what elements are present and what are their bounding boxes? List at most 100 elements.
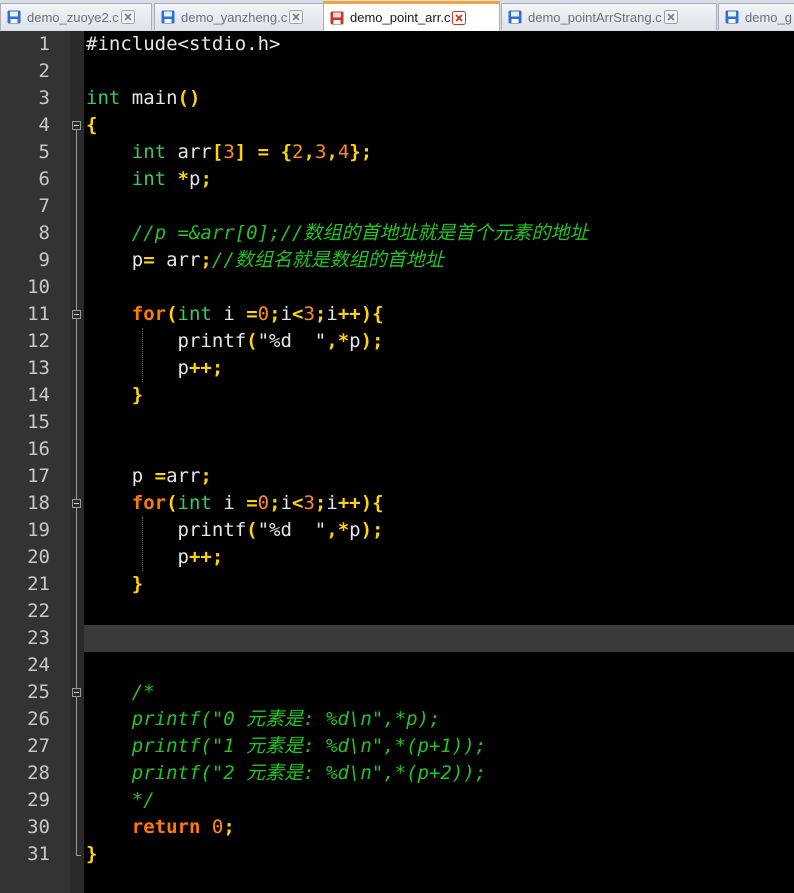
line-number: 15 bbox=[27, 411, 50, 433]
code-line[interactable]: 19 printf("%d ",*p); bbox=[0, 517, 794, 544]
code-token: 0 bbox=[211, 816, 224, 838]
code-line[interactable]: 16 bbox=[0, 436, 794, 463]
tab-2[interactable]: demo_yanzheng.c bbox=[154, 3, 324, 30]
code-text: //p =&arr[0];//数组的首地址就是首个元素的地址 bbox=[86, 220, 589, 247]
code-line[interactable]: 21 } bbox=[0, 571, 794, 598]
tab-4[interactable]: demo_pointArrStrang.c bbox=[501, 3, 717, 30]
code-line[interactable]: 29 */ bbox=[0, 787, 794, 814]
code-line[interactable]: 8 //p =&arr[0];//数组的首地址就是首个元素的地址 bbox=[0, 220, 794, 247]
code-token: 0 bbox=[257, 492, 270, 514]
fold-toggle-icon[interactable] bbox=[72, 121, 81, 130]
code-line[interactable]: 10 bbox=[0, 274, 794, 301]
code-token: i bbox=[280, 303, 293, 325]
code-line[interactable]: 23 bbox=[0, 625, 794, 652]
code-line[interactable]: 25 /* bbox=[0, 679, 794, 706]
save-icon bbox=[7, 10, 21, 24]
code-line[interactable]: 24 bbox=[0, 652, 794, 679]
code-text: /* bbox=[86, 679, 155, 706]
code-token: ; bbox=[200, 168, 212, 190]
line-number: 1 bbox=[38, 33, 50, 55]
code-token: 3 bbox=[303, 492, 315, 514]
code-token: p bbox=[349, 519, 361, 541]
line-number: 18 bbox=[27, 492, 50, 514]
code-text: int main() bbox=[86, 85, 200, 112]
code-token: int bbox=[131, 141, 167, 163]
close-icon[interactable] bbox=[663, 10, 678, 24]
code-token: [ bbox=[211, 141, 224, 163]
code-token: "%d " bbox=[257, 519, 327, 541]
code-line[interactable]: 31} bbox=[0, 841, 794, 868]
code-text: int arr[3] = {2,3,4}; bbox=[86, 139, 372, 166]
code-token: 3 bbox=[314, 141, 327, 163]
code-token: ; bbox=[269, 492, 281, 514]
code-line[interactable]: 26 printf("0 元素是: %d\n",*p); bbox=[0, 706, 794, 733]
code-line[interactable]: 27 printf("1 元素是: %d\n",*(p+1)); bbox=[0, 733, 794, 760]
tab-3[interactable]: demo_point_arr.c bbox=[323, 1, 500, 31]
code-token: printf("0 元素是: %d\n",*p); bbox=[131, 708, 441, 730]
tab-label: demo_pointArrStrang.c bbox=[528, 9, 662, 25]
tab-label: demo_yanzheng.c bbox=[181, 9, 288, 25]
code-line[interactable]: 7 bbox=[0, 193, 794, 220]
code-token: arr bbox=[166, 141, 212, 163]
close-icon[interactable] bbox=[452, 10, 467, 25]
code-line[interactable]: 13 p++; bbox=[0, 355, 794, 382]
code-text: } bbox=[86, 841, 97, 868]
code-line[interactable]: 30 return 0; bbox=[0, 814, 794, 841]
code-token: < bbox=[292, 492, 304, 514]
code-token: 4 bbox=[337, 141, 350, 163]
code-token: * bbox=[177, 168, 189, 190]
tab-5[interactable]: demo_g bbox=[718, 3, 794, 30]
code-text: } bbox=[86, 382, 143, 409]
code-token: ( bbox=[246, 519, 258, 541]
code-line[interactable]: 14 } bbox=[0, 382, 794, 409]
line-number: 7 bbox=[38, 195, 50, 217]
code-line[interactable]: 9 p= arr;//数组名就是数组的首地址 bbox=[0, 247, 794, 274]
code-line[interactable]: 4{ bbox=[0, 112, 794, 139]
code-token: printf("1 元素是: %d\n",*(p+1)); bbox=[131, 735, 487, 757]
code-line[interactable]: 2 bbox=[0, 58, 794, 85]
code-line[interactable]: 3 int main() bbox=[0, 85, 794, 112]
code-text: p++; bbox=[86, 544, 224, 571]
close-icon[interactable] bbox=[120, 10, 135, 24]
code-text: printf("0 元素是: %d\n",*p); bbox=[86, 706, 441, 733]
code-line[interactable]: 28 printf("2 元素是: %d\n",*(p+2)); bbox=[0, 760, 794, 787]
code-line[interactable]: 11 for(int i =0;i<3;i++){ bbox=[0, 301, 794, 328]
code-line[interactable]: 5 int arr[3] = {2,3,4}; bbox=[0, 139, 794, 166]
code-token: main bbox=[120, 87, 178, 109]
code-token: ( bbox=[246, 330, 258, 352]
code-line[interactable]: 20 p++; bbox=[0, 544, 794, 571]
save-icon bbox=[725, 10, 739, 24]
code-text: #include<stdio.h> bbox=[86, 31, 280, 58]
code-text: */ bbox=[86, 787, 155, 814]
code-token: ] bbox=[234, 141, 247, 163]
save-icon-red bbox=[330, 11, 344, 24]
code-line[interactable]: 15 bbox=[0, 409, 794, 436]
code-line[interactable]: 17 p =arr; bbox=[0, 463, 794, 490]
line-number: 6 bbox=[38, 168, 50, 190]
line-number: 3 bbox=[38, 87, 50, 109]
code-line[interactable]: 12 printf("%d ",*p); bbox=[0, 328, 794, 355]
code-line[interactable]: 22 bbox=[0, 598, 794, 625]
fold-toggle-icon[interactable] bbox=[72, 688, 81, 697]
line-number: 30 bbox=[27, 816, 50, 838]
code-token: printf bbox=[86, 519, 247, 541]
line-number: 16 bbox=[27, 438, 50, 460]
code-token: return bbox=[131, 816, 201, 838]
close-icon[interactable] bbox=[289, 10, 304, 24]
code-token: /* bbox=[131, 681, 155, 703]
line-number: 21 bbox=[27, 573, 50, 595]
code-text: p= arr;//数组名就是数组的首地址 bbox=[86, 247, 444, 274]
code-line[interactable]: 18 for(int i =0;i<3;i++){ bbox=[0, 490, 794, 517]
line-number: 12 bbox=[27, 330, 50, 352]
fold-toggle-icon[interactable] bbox=[72, 499, 81, 508]
code-token: } bbox=[131, 384, 144, 406]
code-line[interactable]: 6 int *p; bbox=[0, 166, 794, 193]
tab-1[interactable]: demo_zuoye2.c bbox=[0, 3, 152, 30]
code-line[interactable]: 1 #include<stdio.h> bbox=[0, 31, 794, 58]
code-token: //p =&arr[0];//数组的首地址就是首个元素的地址 bbox=[131, 222, 589, 244]
fold-toggle-icon[interactable] bbox=[72, 310, 81, 319]
line-number: 8 bbox=[38, 222, 50, 244]
